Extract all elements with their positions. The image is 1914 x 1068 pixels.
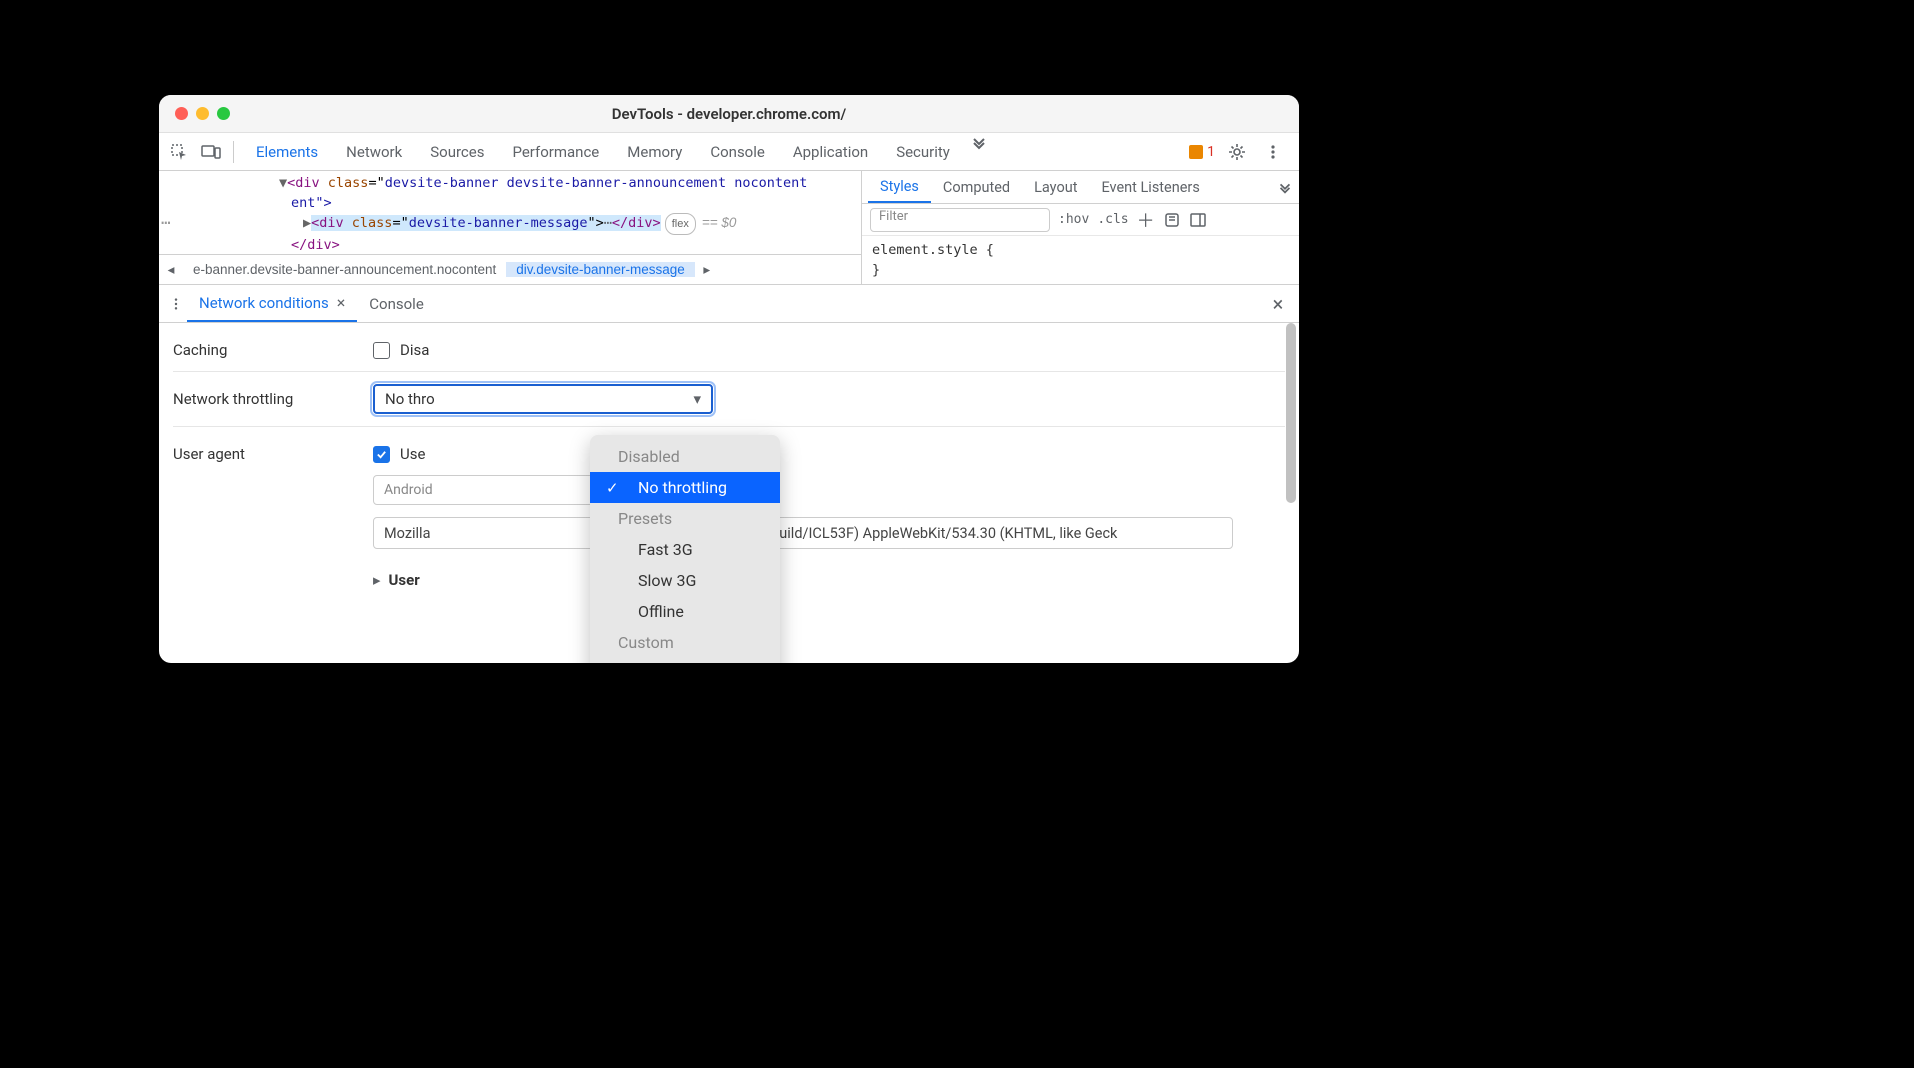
styles-tab-styles[interactable]: Styles (868, 171, 931, 203)
throttling-dropdown: Disabled ✓ No throttling Presets Fast 3G… (590, 435, 780, 663)
use-browser-default-label-partial: Use (400, 445, 425, 463)
triangle-right-icon: ▸ (373, 571, 381, 589)
hov-toggle[interactable]: :hov (1058, 212, 1089, 227)
disable-cache-label-partial: Disa (400, 341, 429, 359)
window-title: DevTools - developer.chrome.com/ (159, 105, 1299, 123)
tab-network[interactable]: Network (332, 133, 416, 170)
styles-panel: Styles Computed Layout Event Listeners F… (861, 171, 1299, 284)
separator (233, 141, 234, 163)
styles-toolbar: Filter :hov .cls ＋ (862, 204, 1299, 236)
disable-cache-checkbox[interactable] (373, 342, 390, 359)
window-close-icon[interactable] (175, 107, 188, 120)
dropdown-option-slow-3g[interactable]: Slow 3G (590, 565, 780, 596)
kebab-menu-icon[interactable] (1259, 138, 1287, 166)
main-toolbar: Elements Network Sources Performance Mem… (159, 133, 1299, 171)
dom-breadcrumb: ◂ e-banner.devsite-banner-announcement.n… (159, 254, 861, 284)
window-minimize-icon[interactable] (196, 107, 209, 120)
close-tab-icon[interactable]: × (337, 293, 346, 312)
titlebar: DevTools - developer.chrome.com/ (159, 95, 1299, 133)
device-toolbar-icon[interactable] (197, 138, 225, 166)
styles-tabs: Styles Computed Layout Event Listeners (862, 171, 1299, 204)
drawer-tab-label: Console (369, 295, 424, 313)
gutter-ellipsis: … (161, 209, 171, 229)
dom-tree[interactable]: … ▼<div class="devsite-banner devsite-ba… (159, 171, 861, 254)
use-browser-default-checkbox[interactable] (373, 446, 390, 463)
styles-filter-input[interactable]: Filter (870, 208, 1050, 232)
drawer-close-icon[interactable]: × (1263, 292, 1293, 316)
drawer-tab-label: Network conditions (199, 294, 329, 312)
breadcrumb-item[interactable]: e-banner.devsite-banner-announcement.noc… (183, 262, 506, 277)
drawer-kebab-icon[interactable] (165, 290, 187, 318)
scrollbar-thumb[interactable] (1286, 323, 1296, 503)
tab-performance[interactable]: Performance (498, 133, 613, 170)
drawer-tab-network-conditions[interactable]: Network conditions × (187, 285, 357, 322)
elements-panel: … ▼<div class="devsite-banner devsite-ba… (159, 171, 1299, 285)
window-zoom-icon[interactable] (217, 107, 230, 120)
dropdown-heading-custom: Custom (590, 627, 780, 658)
drawer-tab-console[interactable]: Console (357, 285, 436, 322)
styles-tab-layout[interactable]: Layout (1022, 171, 1089, 203)
throttling-select[interactable]: No thro ▾ (373, 384, 713, 414)
ua-string-left: Mozilla (384, 525, 430, 542)
styles-body[interactable]: element.style { } (862, 236, 1299, 284)
inspect-element-icon[interactable] (165, 138, 193, 166)
dom-node-cont: ent"> (179, 193, 861, 213)
breadcrumb-prev-icon[interactable]: ◂ (159, 262, 183, 278)
breadcrumb-item-selected[interactable]: div.devsite-banner-message (506, 262, 695, 277)
styles-tab-computed[interactable]: Computed (931, 171, 1022, 203)
dropdown-option-offline[interactable]: Offline (590, 596, 780, 627)
dropdown-option-no-throttling[interactable]: ✓ No throttling (590, 472, 780, 503)
ua-select-value-left: Android (384, 482, 433, 498)
caching-label: Caching (173, 341, 373, 359)
issues-badge[interactable]: 1 (1189, 144, 1215, 160)
tab-security[interactable]: Security (882, 133, 964, 170)
tab-memory[interactable]: Memory (613, 133, 696, 170)
dropdown-heading-presets: Presets (590, 503, 780, 534)
computed-styles-icon[interactable] (1163, 211, 1181, 229)
breadcrumb-next-icon[interactable]: ▸ (695, 262, 719, 278)
expand-label: User (389, 571, 420, 589)
tab-console[interactable]: Console (696, 133, 779, 170)
style-rule-open: element.style { (872, 240, 1289, 260)
user-agent-string-input[interactable]: Mozilla 0.2; en-us; Galaxy Nexus Build/I… (373, 517, 1233, 549)
scrollbar[interactable] (1286, 323, 1296, 663)
drawer-tabs: Network conditions × Console × (159, 285, 1299, 323)
dom-node-close: </div> (179, 235, 861, 254)
styles-more-tabs-icon[interactable] (1277, 179, 1293, 195)
toggle-sidebar-icon[interactable] (1189, 211, 1207, 229)
tab-sources[interactable]: Sources (416, 133, 498, 170)
new-rule-icon[interactable]: ＋ (1137, 207, 1155, 233)
throttling-label: Network throttling (173, 390, 373, 408)
styles-tab-event-listeners[interactable]: Event Listeners (1089, 171, 1211, 203)
cls-toggle[interactable]: .cls (1097, 212, 1128, 227)
throttling-row: Network throttling No thro ▾ (173, 372, 1285, 427)
tab-application[interactable]: Application (779, 133, 882, 170)
style-rule-close: } (872, 260, 1289, 280)
dom-node[interactable]: ▼<div class="devsite-banner devsite-bann… (179, 173, 861, 193)
traffic-lights (175, 107, 230, 120)
dom-node-selected[interactable]: ▶<div class="devsite-banner-message">⋯</… (179, 213, 861, 235)
dom-panel: … ▼<div class="devsite-banner devsite-ba… (159, 171, 861, 284)
throttling-select-value: No thro (385, 390, 435, 408)
dropdown-option-fast-3g[interactable]: Fast 3G (590, 534, 780, 565)
caching-row: Caching Disa (173, 329, 1285, 372)
user-agent-label: User agent (173, 445, 373, 463)
warning-icon (1189, 145, 1203, 159)
dropdown-heading-disabled: Disabled (590, 441, 780, 472)
toolbar-right: 1 (1189, 138, 1293, 166)
check-icon: ✓ (606, 479, 619, 497)
main-tabs: Elements Network Sources Performance Mem… (242, 133, 1185, 170)
settings-icon[interactable] (1223, 138, 1251, 166)
chevron-down-icon: ▾ (693, 390, 701, 408)
issues-count: 1 (1207, 144, 1215, 160)
tab-elements[interactable]: Elements (242, 133, 332, 170)
dropdown-option-add[interactable]: Add… (590, 658, 780, 663)
devtools-window: DevTools - developer.chrome.com/ Element… (159, 95, 1299, 663)
more-tabs-icon[interactable] (970, 133, 988, 170)
